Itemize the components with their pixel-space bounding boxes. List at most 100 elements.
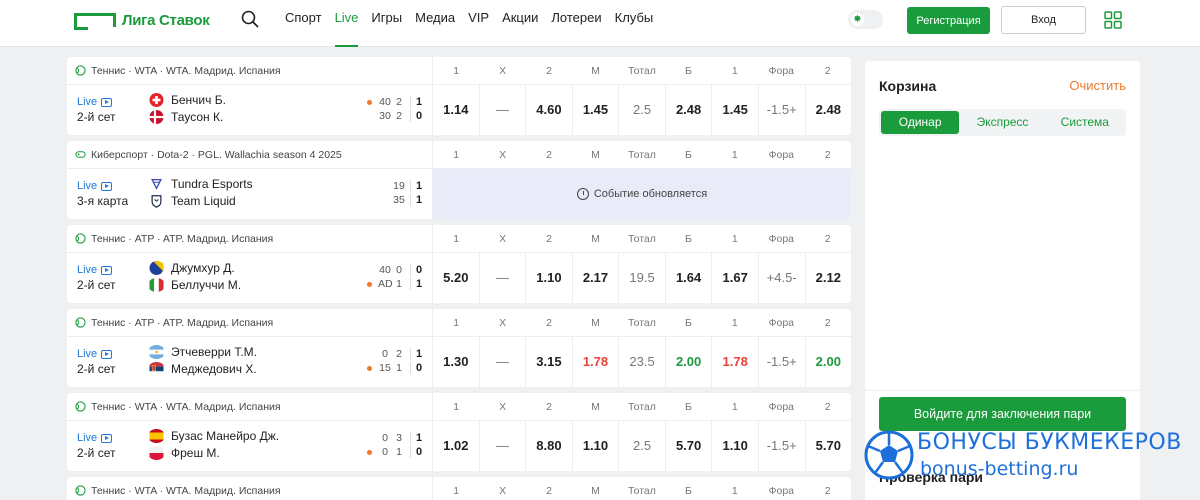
event-league[interactable]: Теннис · WTA · WTA. Мадрид. Испания bbox=[67, 393, 433, 420]
event-league[interactable]: Теннис · ATP · ATP. Мадрид. Испания bbox=[67, 225, 433, 252]
team-name: Джумхур Д. bbox=[171, 261, 235, 275]
odd-cell[interactable]: 1.30 bbox=[433, 337, 480, 387]
league-label: Теннис · WTA · WTA. Мадрид. Испания bbox=[91, 400, 281, 413]
live-stream-icon[interactable] bbox=[101, 349, 113, 359]
odd-cell[interactable]: 1.64 bbox=[666, 253, 713, 303]
odd-cell[interactable]: 1.67 bbox=[712, 253, 759, 303]
odd-cell[interactable]: 1.02 bbox=[433, 421, 480, 471]
event-info[interactable]: Live 3-я карта Tundra Esports Team Liqui… bbox=[67, 169, 433, 219]
live-stream-icon[interactable] bbox=[101, 97, 113, 107]
login-button[interactable]: Вход bbox=[1001, 6, 1086, 34]
col-header: Тотал bbox=[628, 65, 656, 77]
live-label: Live bbox=[77, 96, 98, 108]
event-info[interactable]: Live 2-й сет Этчеверри Т.М. Меджедович Х… bbox=[67, 337, 433, 387]
odd-cell[interactable]: 2.12 bbox=[806, 253, 852, 303]
team-name: Таусон К. bbox=[171, 110, 224, 124]
nav-item-sport[interactable]: Спорт bbox=[285, 10, 322, 47]
updating-label: Событие обновляется bbox=[593, 188, 708, 200]
col-header: 2 bbox=[546, 317, 553, 329]
nav-item-games[interactable]: Игры bbox=[371, 10, 402, 47]
odd-cell-decreasing[interactable]: 1.78 bbox=[573, 337, 620, 387]
score-games: 1 bbox=[396, 278, 402, 290]
col-header: 2 bbox=[824, 65, 831, 77]
score-row-away: AD 1 1 bbox=[367, 278, 424, 290]
league-label: Теннис · ATP · ATP. Мадрид. Испания bbox=[91, 232, 274, 245]
event-league[interactable]: Теннис · ATP · ATP. Мадрид. Испания bbox=[67, 309, 433, 336]
register-button[interactable]: Регистрация bbox=[907, 7, 990, 34]
odd-cell[interactable]: 1.45 bbox=[573, 85, 620, 135]
nav-item-lotteries[interactable]: Лотереи bbox=[551, 10, 601, 47]
odd-cell[interactable]: 1.10 bbox=[526, 253, 573, 303]
score-points: 30 bbox=[379, 110, 391, 122]
col-header: М bbox=[591, 401, 600, 413]
tab-single[interactable]: Одинар bbox=[881, 111, 960, 134]
odd-cell[interactable]: 1.45 bbox=[712, 85, 759, 135]
event-league[interactable]: Теннис · WTA · WTA. Мадрид. Испания bbox=[67, 477, 433, 500]
col-header: Тотал bbox=[628, 233, 656, 245]
col-header: М bbox=[591, 485, 600, 497]
score-sets: 1 bbox=[410, 432, 424, 444]
live-stream-icon[interactable] bbox=[101, 433, 113, 443]
search-icon[interactable] bbox=[241, 10, 259, 28]
col-header: 2 bbox=[546, 149, 553, 161]
odd-cell-increasing[interactable]: 2.00 bbox=[806, 337, 852, 387]
event-header: Киберспорт · Dota-2 · PGL. Wallachia sea… bbox=[67, 141, 851, 169]
logo[interactable]: Лига Ставок bbox=[74, 12, 210, 30]
odd-cell[interactable]: 4.60 bbox=[526, 85, 573, 135]
event-league[interactable]: Киберспорт · Dota-2 · PGL. Wallachia sea… bbox=[67, 141, 433, 168]
odd-cell[interactable]: 5.20 bbox=[433, 253, 480, 303]
team-away: Фреш М. bbox=[148, 446, 220, 460]
score-games: 1 bbox=[396, 446, 402, 458]
nav-item-clubs[interactable]: Клубы bbox=[615, 10, 654, 47]
col-header: М bbox=[591, 65, 600, 77]
odd-cell[interactable]: 2.48 bbox=[806, 85, 852, 135]
odds-row: 1.30 — 3.15 1.78 23.5 2.00 1.78 -1.5+ 2.… bbox=[433, 337, 851, 387]
team-name: Этчеверри Т.М. bbox=[171, 345, 258, 359]
tab-express[interactable]: Экспресс bbox=[963, 111, 1041, 134]
event-header: Теннис · WTA · WTA. Мадрид. Испания 1 X … bbox=[67, 57, 851, 85]
league-label: Теннис · WTA · WTA. Мадрид. Испания bbox=[91, 64, 281, 77]
odd-cell[interactable]: 5.70 bbox=[666, 421, 713, 471]
odd-cell-increasing[interactable]: 2.00 bbox=[666, 337, 713, 387]
odd-cell[interactable]: 1.10 bbox=[712, 421, 759, 471]
nav-item-promos[interactable]: Акции bbox=[502, 10, 538, 47]
odds-column-headers: 1 X 2 М Тотал Б 1 Фора 2 bbox=[433, 477, 851, 500]
league-label: Теннис · ATP · ATP. Мадрид. Испания bbox=[91, 316, 274, 329]
odds-column-headers: 1 X 2 М Тотал Б 1 Фора 2 bbox=[433, 225, 851, 252]
col-header: 1 bbox=[731, 65, 738, 77]
soccer-ball-icon bbox=[864, 430, 914, 480]
event-info[interactable]: Live 2-й сет Бузас Манейро Дж. Фреш М. 0… bbox=[67, 421, 433, 471]
live-stream-icon[interactable] bbox=[101, 265, 113, 275]
live-badge: Live bbox=[77, 348, 113, 360]
score-row-home: 0 3 1 bbox=[378, 432, 424, 444]
odd-cell[interactable]: 1.14 bbox=[433, 85, 480, 135]
odd-cell[interactable]: 2.17 bbox=[573, 253, 620, 303]
live-label: Live bbox=[77, 264, 98, 276]
odd-cell[interactable]: 8.80 bbox=[526, 421, 573, 471]
tab-system[interactable]: Система bbox=[1046, 111, 1124, 134]
live-events-list: Теннис · WTA · WTA. Мадрид. Испания 1 X … bbox=[67, 57, 851, 500]
score-sets: 0 bbox=[410, 446, 424, 458]
event-info[interactable]: Live 2-й сет Джумхур Д. Беллуччи М. 40 0… bbox=[67, 253, 433, 303]
clear-bet-slip-link[interactable]: Очистить bbox=[1069, 78, 1126, 93]
odd-cell[interactable]: 1.10 bbox=[573, 421, 620, 471]
theme-toggle[interactable]: ✸ bbox=[848, 10, 883, 29]
nav-item-vip[interactable]: VIP bbox=[468, 10, 489, 47]
odd-cell-decreasing[interactable]: 1.78 bbox=[712, 337, 759, 387]
login-to-bet-button[interactable]: Войдите для заключения пари bbox=[879, 397, 1126, 431]
live-stream-icon[interactable] bbox=[101, 181, 113, 191]
event-info[interactable]: Live 2-й сет Бенчич Б. Таусон К. 40 2 1 bbox=[67, 85, 433, 135]
event-league[interactable]: Теннис · WTA · WTA. Мадрид. Испания bbox=[67, 57, 433, 84]
gamepad-icon bbox=[75, 151, 86, 158]
nav-item-media[interactable]: Медиа bbox=[415, 10, 455, 47]
grid-menu-icon[interactable] bbox=[1104, 11, 1122, 29]
nav-item-live[interactable]: Live bbox=[334, 10, 358, 47]
odd-cell[interactable]: 3.15 bbox=[526, 337, 573, 387]
odd-cell[interactable]: 2.48 bbox=[666, 85, 713, 135]
odds-column-headers: 1 X 2 М Тотал Б 1 Фора 2 bbox=[433, 141, 851, 168]
score-sets: 0 bbox=[410, 110, 424, 122]
col-header: 1 bbox=[453, 149, 460, 161]
score-row-away: 0 1 0 bbox=[367, 446, 424, 458]
odd-cell: — bbox=[480, 85, 527, 135]
odd-cell[interactable]: 5.70 bbox=[806, 421, 852, 471]
